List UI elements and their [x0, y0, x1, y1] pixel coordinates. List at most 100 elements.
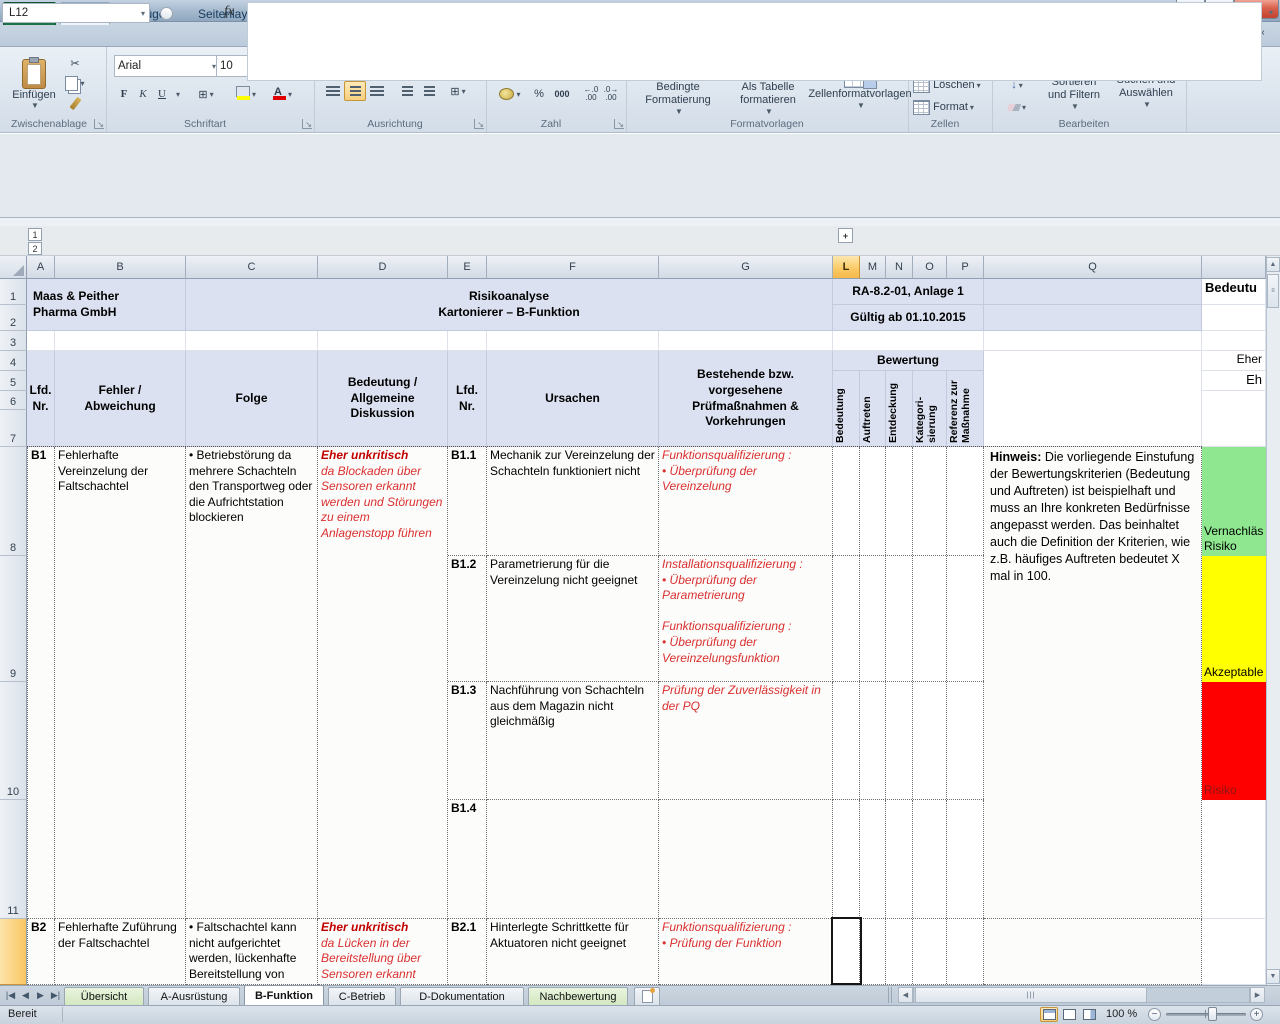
sheet-tab-nachbewertung[interactable]: Nachbewertung: [528, 987, 628, 1005]
cell-G11-measure[interactable]: [659, 800, 833, 919]
cut-button[interactable]: ✂: [62, 53, 88, 73]
cell-C12-folge[interactable]: • Faltschachtel kann nicht aufgerichtet …: [186, 919, 318, 985]
zoom-slider-track[interactable]: [1166, 1013, 1246, 1016]
header-fehler[interactable]: Fehler / Abweichung: [55, 351, 186, 447]
col-header-E[interactable]: E: [448, 256, 487, 279]
sheet-title-cell[interactable]: Risikoanalyse Kartonierer – B-Funktion: [186, 279, 833, 331]
rating-cells-row[interactable]: [833, 447, 984, 556]
row-header-9[interactable]: 9: [0, 556, 27, 682]
sheet-tab-b-funktion[interactable]: B-Funktion: [244, 985, 324, 1005]
row-header-11[interactable]: 11: [0, 800, 27, 919]
col-header-N[interactable]: N: [886, 256, 913, 279]
increase-decimal-icon[interactable]: ←.0.00: [580, 83, 602, 105]
rating-cells-row[interactable]: [833, 800, 984, 919]
first-sheet-icon[interactable]: |◀: [4, 989, 17, 1002]
risk-yellow-cell[interactable]: Akzeptable: [1202, 556, 1266, 682]
risk-green-cell[interactable]: Vernachläs Risiko: [1202, 447, 1266, 556]
increase-indent-icon[interactable]: [418, 81, 440, 101]
row-header-5[interactable]: 5: [0, 371, 27, 391]
scroll-right-icon[interactable]: ▶: [1250, 987, 1265, 1003]
header-rating-referenz[interactable]: Referenz zur Maßnahme: [947, 371, 984, 447]
row-header-7[interactable]: 7: [0, 410, 27, 447]
percent-style-button[interactable]: %: [528, 83, 550, 105]
header-lfd-nr2[interactable]: Lfd. Nr.: [448, 351, 487, 447]
fill-color-button[interactable]: ▾: [228, 83, 262, 105]
format-painter-button[interactable]: [62, 93, 88, 113]
col-header-D[interactable]: D: [318, 256, 448, 279]
name-box-chevron-icon[interactable]: ▾: [141, 9, 149, 18]
doc-ref-cell[interactable]: RA-8.2-01, Anlage 1: [833, 279, 984, 305]
cell-A12-id[interactable]: B2: [27, 919, 55, 985]
cell-E12-id[interactable]: B2.1: [448, 919, 487, 985]
cell-G9-measure[interactable]: Installationsqualifizierung : • Überprüf…: [659, 556, 833, 682]
font-name-combo[interactable]: Arial▾: [114, 55, 220, 77]
empty-cell[interactable]: [1202, 919, 1266, 985]
outline-expand-button[interactable]: +: [838, 228, 853, 243]
last-sheet-icon[interactable]: ▶|: [49, 989, 62, 1002]
cell-B12-fehler[interactable]: Fehlerhafte Zuführung der Faltschachtel: [55, 919, 186, 985]
col-header-L[interactable]: L: [833, 256, 860, 279]
empty-cell[interactable]: [659, 331, 833, 351]
empty-cell[interactable]: [1202, 331, 1266, 351]
format-cells-button[interactable]: Format▾: [912, 97, 990, 117]
zoom-level[interactable]: 100 %: [1106, 1008, 1137, 1020]
name-box-splitter[interactable]: [160, 7, 173, 20]
row-header-4[interactable]: 4: [0, 351, 27, 371]
empty-cell[interactable]: [984, 919, 1202, 985]
zoom-in-icon[interactable]: +: [1250, 1008, 1263, 1021]
cell-E11-id[interactable]: B1.4: [448, 800, 487, 919]
cell-F12-cause[interactable]: Hinterlegte Schrittkette für Aktuatoren …: [487, 919, 659, 985]
comma-style-button[interactable]: 000: [548, 83, 576, 105]
header-lfd-nr[interactable]: Lfd. Nr.: [27, 351, 55, 447]
sheet-tab-a-ausruestung[interactable]: A-Ausrüstung: [148, 987, 240, 1005]
scroll-left-icon[interactable]: ◀: [898, 987, 913, 1003]
cell-A8-id[interactable]: B1: [27, 447, 55, 919]
alignment-dialog-launcher-icon[interactable]: ↘: [474, 119, 484, 129]
scroll-down-icon[interactable]: ▼: [1266, 969, 1280, 984]
row-header-2[interactable]: 2: [0, 305, 27, 331]
next-sheet-icon[interactable]: ▶: [34, 989, 47, 1002]
cell-B8-fehler[interactable]: Fehlerhafte Vereinzelung der Faltschacht…: [55, 447, 186, 919]
cell-F9-cause[interactable]: Parametrierung für die Vereinzelung nich…: [487, 556, 659, 682]
col-header-A[interactable]: A: [27, 256, 55, 279]
rating-cells-row[interactable]: [833, 556, 984, 682]
sheet-tab-uebersicht[interactable]: Übersicht: [64, 987, 144, 1005]
selected-cell-L12[interactable]: [831, 917, 862, 985]
empty-cell[interactable]: [833, 331, 984, 351]
rating-cells-row[interactable]: [833, 682, 984, 800]
align-left-icon[interactable]: [322, 81, 344, 101]
cell-C8-folge[interactable]: • Betriebstörung da mehrere Schachteln d…: [186, 447, 318, 919]
header-rating-entdeckung[interactable]: Entdeckung: [886, 371, 913, 447]
cell-D8-bedeutung[interactable]: Eher unkritisch da Blockaden über Sensor…: [318, 447, 448, 919]
italic-button[interactable]: K: [133, 83, 153, 105]
borders-button[interactable]: ⊞▾: [190, 83, 222, 105]
align-center-icon[interactable]: [344, 81, 366, 101]
header-ursachen[interactable]: Ursachen: [487, 351, 659, 447]
vertical-scroll-thumb[interactable]: ≡: [1267, 274, 1279, 308]
view-page-layout-icon[interactable]: [1060, 1007, 1078, 1022]
header-bewertung[interactable]: Bewertung: [833, 351, 984, 371]
clipped-bedeutung-cell[interactable]: Bedeutu: [1202, 279, 1266, 305]
empty-cell[interactable]: [487, 331, 659, 351]
risk-red-cell[interactable]: Risiko: [1202, 682, 1266, 800]
company-cell[interactable]: Maas & Peither Pharma GmbH: [27, 279, 186, 331]
cell-G10-measure[interactable]: Prüfung der Zuverlässigkeit in der PQ: [659, 682, 833, 800]
formula-input[interactable]: [247, 2, 1262, 81]
sheet-tab-c-betrieb[interactable]: C-Betrieb: [328, 987, 396, 1005]
row-header-8[interactable]: 8: [0, 447, 27, 556]
cell-F8-cause[interactable]: Mechanik zur Vereinzelung der Schachteln…: [487, 447, 659, 556]
font-color-button[interactable]: A▾: [264, 83, 298, 105]
row-header-1[interactable]: 1: [0, 279, 27, 305]
col-header-partial[interactable]: [1202, 256, 1266, 279]
cell-E8-id[interactable]: B1.1: [448, 447, 487, 556]
bold-button[interactable]: F: [114, 83, 134, 105]
empty-cell[interactable]: [448, 331, 487, 351]
merge-center-button[interactable]: ⊞▾: [440, 81, 476, 101]
col-header-C[interactable]: C: [186, 256, 318, 279]
empty-cell[interactable]: [186, 331, 318, 351]
valid-from-cell[interactable]: Gültig ab 01.10.2015: [833, 305, 984, 331]
copy-button[interactable]: ▾: [62, 73, 88, 93]
row-header-12[interactable]: [0, 919, 27, 985]
zoom-out-icon[interactable]: −: [1148, 1008, 1161, 1021]
header-rating-kategorisierung[interactable]: Kategori- sierung: [913, 371, 947, 447]
